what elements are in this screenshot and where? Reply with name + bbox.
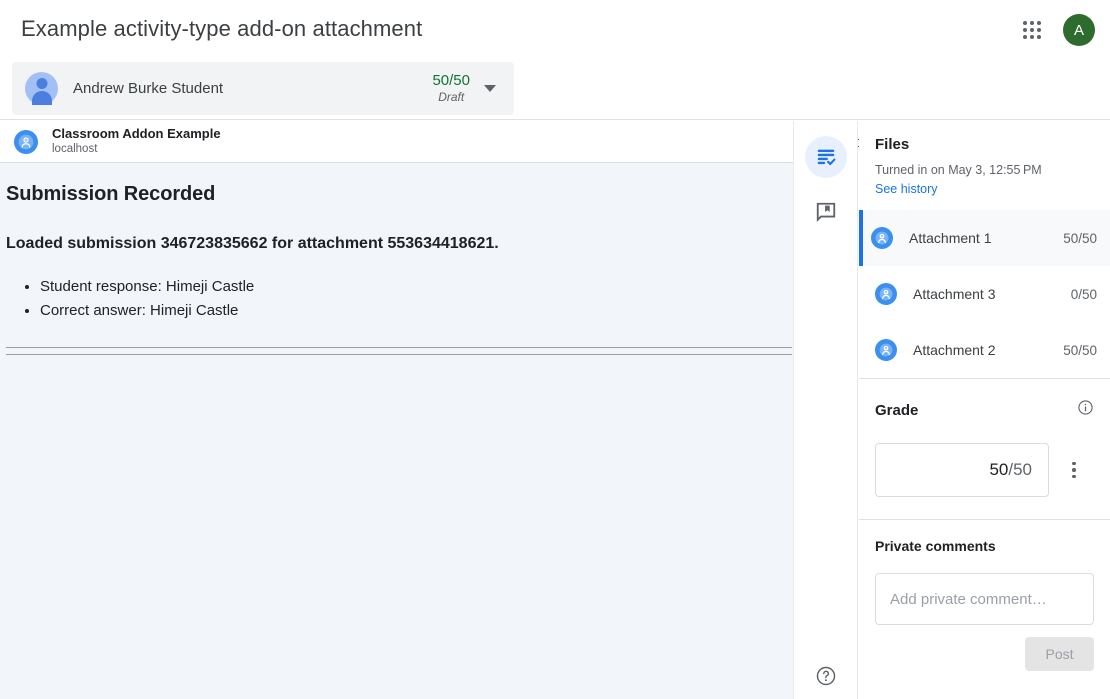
private-comments-title: Private comments: [875, 538, 1094, 554]
grading-sidebar: Files Turned in on May 3, 12:55 PM See h…: [859, 121, 1110, 699]
list-item: Student response: Himeji Castle: [40, 275, 793, 299]
top-bar: Example activity-type add-on attachment …: [0, 0, 1110, 58]
attachment-name: Attachment 2: [913, 342, 1063, 358]
attachment-name: Attachment 3: [913, 286, 1071, 302]
private-comments-section: Private comments Post: [859, 520, 1110, 625]
apps-grid-dots: [1023, 21, 1041, 39]
submission-paragraph: Loaded submission 346723835662 for attac…: [6, 235, 793, 253]
page-title: Example activity-type add-on attachment: [21, 16, 422, 42]
addon-body: Submission Recorded Loaded submission 34…: [0, 163, 793, 355]
student-score: 50/50: [432, 72, 470, 90]
rail-tab-assignment[interactable]: [805, 136, 847, 178]
comment-bank-icon: [815, 201, 837, 223]
student-name: Andrew Burke Student: [73, 80, 432, 97]
apps-grid-icon[interactable]: [1019, 17, 1045, 43]
addon-logo-icon: [871, 227, 893, 249]
attachment-name: Attachment 1: [909, 230, 1063, 246]
addon-logo-icon: [875, 339, 897, 361]
attachment-score: 50/50: [1063, 343, 1097, 358]
addon-meta: Classroom Addon Example localhost: [52, 126, 221, 157]
files-header: Files Turned in on May 3, 12:55 PM See h…: [859, 121, 1110, 210]
account-avatar[interactable]: A: [1063, 14, 1095, 46]
files-section: Files Turned in on May 3, 12:55 PM See h…: [859, 121, 1110, 379]
attachment-row[interactable]: Attachment 2 50/50: [859, 322, 1110, 378]
addon-header: Classroom Addon Example localhost: [0, 121, 793, 163]
assignment-turned-in-icon: [815, 146, 837, 168]
addon-host: localhost: [52, 142, 221, 156]
grade-row: 50 /50: [875, 443, 1094, 497]
attachment-score: 50/50: [1063, 231, 1097, 246]
files-title: Files: [875, 136, 1094, 153]
grade-section: Grade 50 /50: [859, 379, 1110, 520]
private-comment-input[interactable]: [875, 573, 1094, 625]
grading-view: Example activity-type add-on attachment …: [0, 0, 1110, 699]
student-avatar-icon: [25, 72, 58, 105]
help-button[interactable]: [809, 659, 843, 693]
student-nav-bar: Andrew Burke Student 50/50 Draft ‹ › Not…: [0, 58, 1110, 120]
addon-title: Classroom Addon Example: [52, 126, 221, 142]
grade-value: 50: [989, 460, 1008, 480]
student-selector-chip[interactable]: Andrew Burke Student 50/50 Draft: [12, 62, 514, 115]
student-score-block: 50/50 Draft: [432, 72, 470, 105]
submission-detail-list: Student response: Himeji Castle Correct …: [6, 275, 793, 323]
see-history-link[interactable]: See history: [875, 182, 1094, 196]
addon-logo-icon: [875, 283, 897, 305]
addon-logo-icon: [14, 130, 38, 154]
help-circle-icon: [815, 665, 837, 687]
rail-tab-comment-bank[interactable]: [805, 191, 847, 233]
post-comment-button[interactable]: Post: [1025, 637, 1094, 671]
turned-in-timestamp: Turned in on May 3, 12:55 PM: [875, 163, 1094, 177]
chevron-down-icon[interactable]: [484, 85, 496, 92]
attachment-score: 0/50: [1071, 287, 1097, 302]
grade-header: Grade: [875, 399, 1094, 421]
attachment-row[interactable]: Attachment 1 50/50: [859, 210, 1110, 266]
divider: [6, 354, 792, 355]
divider: [6, 347, 792, 348]
list-item: Correct answer: Himeji Castle: [40, 299, 793, 323]
tool-rail: [793, 121, 858, 699]
info-circle-icon[interactable]: [1077, 399, 1094, 421]
submission-heading: Submission Recorded: [6, 183, 793, 206]
divider-group: [6, 347, 793, 355]
grade-denominator: /50: [1008, 460, 1032, 480]
grade-title: Grade: [875, 402, 918, 419]
addon-iframe: Classroom Addon Example localhost Submis…: [0, 121, 793, 699]
more-vert-icon[interactable]: [1062, 450, 1086, 490]
attachment-row[interactable]: Attachment 3 0/50: [859, 266, 1110, 322]
grade-input[interactable]: 50 /50: [875, 443, 1049, 497]
student-state: Draft: [432, 90, 470, 105]
